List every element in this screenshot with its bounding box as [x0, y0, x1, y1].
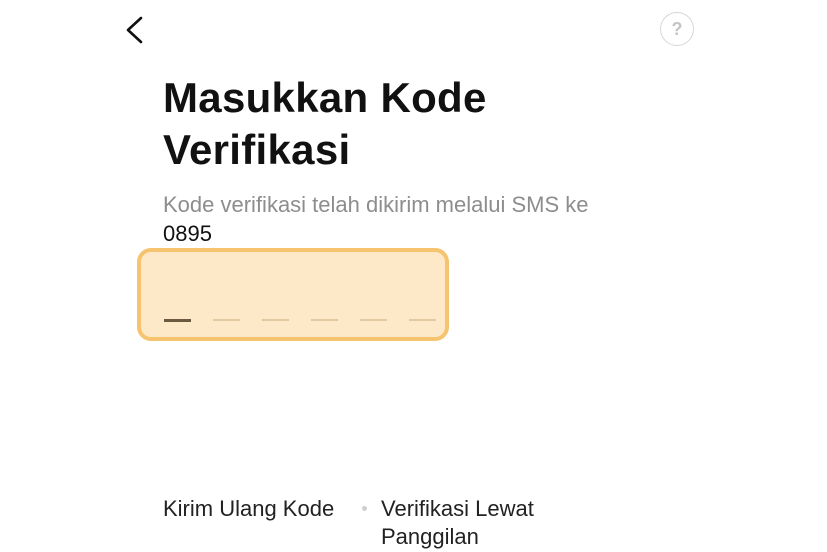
otp-digit-slot	[409, 319, 436, 321]
otp-digit-slot	[360, 319, 387, 321]
resend-code-link[interactable]: Kirim Ulang Kode	[163, 495, 334, 523]
otp-code-input[interactable]	[137, 248, 449, 341]
otp-digit-slot	[213, 319, 240, 321]
call-verification-link[interactable]: Verifikasi Lewat Panggilan	[381, 495, 581, 551]
otp-digit-slot	[311, 319, 338, 321]
back-button[interactable]	[118, 10, 154, 50]
otp-digit-slot	[164, 319, 191, 322]
help-button[interactable]: ?	[660, 12, 694, 46]
sms-info-text: Kode verifikasi telah dikirim melalui SM…	[163, 192, 589, 217]
question-circle-icon: ?	[671, 18, 683, 39]
otp-digit-slot	[262, 319, 289, 321]
separator-dot	[362, 506, 367, 511]
chevron-left-icon	[126, 16, 143, 44]
page-title: Masukkan Kode Verifikasi	[163, 74, 487, 173]
masked-phone-number: 0895	[163, 221, 212, 246]
verification-screen: ? Masukkan Kode Verifikasi Kode verifika…	[0, 0, 827, 552]
